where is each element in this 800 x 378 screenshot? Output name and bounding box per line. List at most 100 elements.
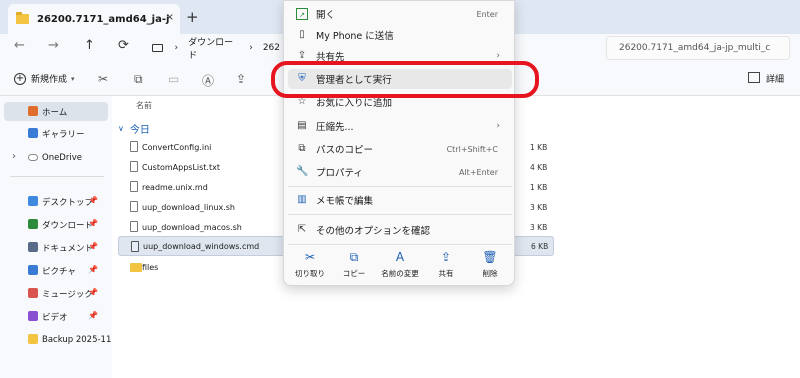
details-view-icon[interactable] — [748, 72, 760, 83]
sidebar-divider — [10, 176, 104, 177]
delete-button[interactable]: 🗑 削除 — [466, 249, 514, 283]
pictures-icon — [28, 265, 38, 275]
action-label: 削除 — [482, 269, 498, 278]
menu-item-more-options[interactable]: ⇱ その他のオプションを確認 — [288, 220, 512, 240]
column-header-name[interactable]: 名前 — [136, 100, 152, 111]
tab-close-button[interactable]: × — [166, 12, 174, 23]
tab-title: 26200.7171_amd64_ja-jp_multi — [37, 13, 169, 25]
menu-item-label: My Phone に送信 — [316, 31, 394, 42]
share-button[interactable]: ⇪ 共有 — [422, 249, 470, 283]
new-button-label: 新規作成 — [31, 75, 68, 85]
sidebar-item-label: デスクトップ — [42, 197, 94, 208]
notepad-icon: ▥ — [297, 194, 307, 205]
pin-icon: 📌 — [88, 196, 98, 205]
rename-button[interactable]: A 名前の変更 — [374, 249, 426, 283]
sidebar-item-gallery[interactable]: ギャラリー — [4, 124, 108, 143]
sidebar-item-downloads[interactable]: ダウンロード 📌 — [4, 215, 108, 234]
file-size: 6 KB — [531, 241, 549, 251]
action-label: 切り取り — [295, 269, 325, 278]
sidebar-item-pictures[interactable]: ピクチャ 📌 — [4, 261, 108, 280]
file-size: 1 KB — [530, 182, 548, 192]
view-button[interactable]: 詳細 — [766, 72, 784, 85]
menu-item-shortcut: Alt+Enter — [458, 167, 498, 177]
sidebar-item-label: ホーム — [42, 107, 68, 118]
sidebar-item-documents[interactable]: ドキュメント 📌 — [4, 238, 108, 257]
sidebar-item-label: OneDrive — [42, 152, 82, 163]
new-button[interactable]: + 新規作成 ▾ — [14, 72, 75, 85]
refresh-button[interactable]: ⟳ — [118, 38, 129, 53]
tab-current-folder[interactable]: 26200.7171_amd64_ja-jp_multi × — [8, 4, 180, 34]
copy-button[interactable]: ⧉ コピー — [330, 249, 378, 283]
sidebar-item-label: ビデオ — [42, 312, 68, 323]
sidebar-item-label: ギャラリー — [42, 129, 85, 140]
folder-icon — [28, 334, 38, 344]
sidebar-item-label: ダウンロード — [42, 220, 94, 231]
file-name: uup_download_macos.sh — [142, 222, 242, 232]
rename-icon: A — [395, 250, 405, 264]
menu-item-label: プロパティ — [316, 168, 363, 179]
action-label: 名前の変更 — [381, 269, 419, 278]
breadcrumb-current[interactable]: 262 — [263, 43, 280, 53]
breadcrumb-downloads[interactable]: ダウンロード — [188, 35, 239, 61]
group-header-today[interactable]: ∨ 今日 — [118, 121, 150, 136]
sidebar-item-label: ミュージック — [42, 289, 93, 300]
sidebar-item-label: ピクチャ — [42, 266, 76, 277]
sidebar-item-music[interactable]: ミュージック 📌 — [4, 284, 108, 303]
rename-icon[interactable]: Ⓐ — [202, 72, 214, 89]
copy-icon[interactable]: ⧉ — [134, 72, 143, 87]
menu-separator — [288, 244, 512, 245]
address-bar[interactable]: › ダウンロード › 262 — [142, 35, 290, 61]
computer-icon — [152, 44, 163, 52]
action-label: 共有 — [438, 269, 454, 278]
menu-item-label: パスのコピー — [316, 145, 374, 156]
sidebar-item-backup[interactable]: Backup 2025-11 — [4, 330, 112, 349]
sidebar-item-label: Backup 2025-11 — [42, 334, 112, 345]
chevron-down-icon: ▾ — [71, 74, 75, 83]
menu-item-open[interactable]: ↗ 開く Enter — [288, 4, 512, 24]
sidebar-item-home[interactable]: ホーム — [4, 102, 108, 121]
chevron-right-icon: › — [496, 121, 500, 131]
menu-item-label: 開く — [316, 10, 336, 21]
folder-icon — [16, 12, 29, 24]
file-icon — [130, 221, 138, 232]
back-button[interactable]: ← — [14, 38, 25, 53]
cut-icon: ✂ — [304, 250, 316, 264]
video-icon — [28, 311, 38, 321]
sidebar-item-videos[interactable]: ビデオ 📌 — [4, 307, 108, 326]
menu-item-label: メモ帳で編集 — [316, 196, 374, 207]
menu-item-copy-path[interactable]: ⧉ パスのコピー Ctrl+Shift+C — [288, 139, 512, 159]
trash-icon: 🗑 — [482, 250, 498, 264]
menu-item-shortcut: Ctrl+Shift+C — [446, 144, 498, 154]
pin-icon: 📌 — [88, 311, 98, 320]
share-icon[interactable]: ⇪ — [236, 72, 246, 86]
file-name: CustomAppsList.txt — [142, 162, 220, 172]
menu-item-compress-to[interactable]: ▤ 圧縮先... › — [288, 116, 512, 136]
file-name: ConvertConfig.ini — [142, 142, 212, 152]
cut-button[interactable]: ✂ 切り取り — [286, 249, 334, 283]
file-size: 4 KB — [530, 162, 548, 172]
file-icon — [130, 201, 138, 212]
cut-icon[interactable]: ✂ — [98, 72, 108, 86]
forward-button[interactable]: → — [48, 38, 59, 53]
pin-icon: 📌 — [88, 288, 98, 297]
sidebar-item-desktop[interactable]: デスクトップ 📌 — [4, 192, 108, 211]
cmd-file-icon — [131, 241, 139, 252]
up-button[interactable]: ↑ — [84, 38, 95, 53]
folder-icon — [130, 263, 142, 272]
sidebar-item-onedrive[interactable]: › OneDrive — [4, 148, 108, 167]
context-menu: ↗ 開く Enter ▯ My Phone に送信 ⇪ 共有先 › ⛨ 管理者と… — [283, 0, 515, 286]
chevron-down-icon: ∨ — [118, 124, 124, 133]
desktop-icon — [28, 196, 38, 206]
file-name: uup_download_windows.cmd — [143, 241, 260, 251]
pin-icon: 📌 — [88, 265, 98, 274]
search-input[interactable]: 26200.7171_amd64_ja-jp_multi_c — [606, 36, 790, 60]
breadcrumb-separator: › — [174, 43, 179, 53]
new-tab-button[interactable]: + — [186, 8, 199, 26]
paste-icon[interactable]: ▭ — [168, 72, 179, 86]
chevron-right-icon[interactable]: › — [12, 151, 16, 162]
menu-item-properties[interactable]: 🔧 プロパティ Alt+Enter — [288, 162, 512, 182]
menu-item-edit-notepad[interactable]: ▥ メモ帳で編集 — [288, 190, 512, 210]
menu-item-send-to-phone[interactable]: ▯ My Phone に送信 — [288, 25, 512, 45]
more-options-icon: ⇱ — [297, 224, 307, 235]
file-icon — [130, 181, 138, 192]
